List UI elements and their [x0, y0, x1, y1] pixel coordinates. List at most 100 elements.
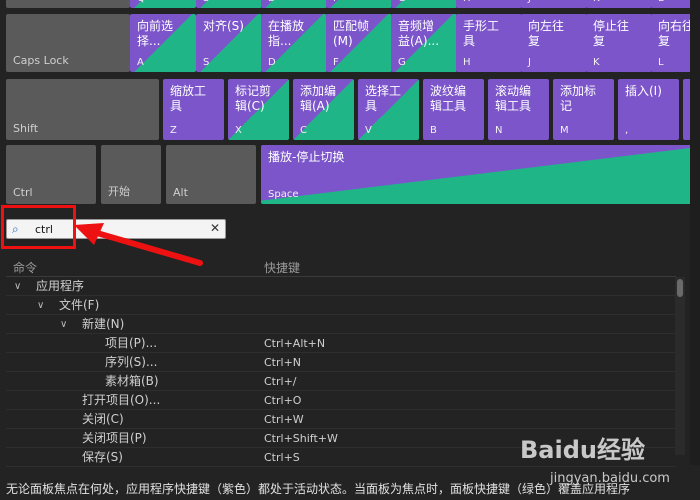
key-j[interactable]: 向左往 复J [521, 0, 587, 8]
key-f[interactable]: 匹配帧 (M)F [326, 0, 392, 8]
command-label: 新建(N) [82, 317, 125, 331]
table-row[interactable]: 序列(S)... Ctrl+N [6, 353, 676, 372]
key-k[interactable]: 停止往 复K [586, 0, 652, 8]
command-label: 关闭项目(P) [82, 431, 147, 445]
column-header-command[interactable]: 命令 [13, 259, 37, 276]
key-label: Ctrl [13, 186, 33, 199]
window-scrollbar[interactable] [690, 0, 700, 465]
key-label: Shift [13, 122, 39, 135]
key-shift[interactable]: Shift [6, 79, 159, 140]
table-row[interactable]: ∨ 新建(N) [6, 315, 676, 334]
column-header-shortcut[interactable]: 快捷键 [264, 259, 300, 276]
key-caps-lock[interactable]: Caps Lock [6, 14, 130, 72]
key-s[interactable]: 对齐(S) S [196, 14, 262, 72]
key-c[interactable]: 添加编 辑(A) C [293, 79, 354, 140]
key-comma[interactable]: 插入(I), [618, 79, 679, 140]
key-command-label: 播放-停止切换 [268, 150, 345, 164]
key-label: N [495, 125, 503, 136]
key-x[interactable]: 标记剪 辑(C) X [228, 79, 289, 140]
chevron-down-icon[interactable]: ∨ [60, 316, 67, 333]
watermark-brand: Baidu经验 [520, 436, 645, 464]
shortcut-label: Ctrl+N [264, 356, 302, 369]
key-d[interactable]: 在播放 指...D [261, 0, 327, 8]
key-command-label: 波纹编 辑工具 [430, 84, 467, 113]
key-label: L [658, 0, 664, 4]
command-label: 关闭(C) [82, 412, 124, 426]
key-label: , [625, 125, 629, 136]
key-label: V [365, 125, 372, 136]
key-n[interactable]: 滚动编 辑工具 N [488, 79, 549, 140]
key-b[interactable]: 波纹编 辑工具 B [423, 79, 484, 140]
key-d[interactable]: 在播放 指... D [261, 14, 327, 72]
shortcut-label: Ctrl+W [264, 413, 304, 426]
command-label: 保存(S) [82, 450, 123, 464]
key-label: H [463, 57, 471, 68]
key-h[interactable]: 手形工 具H [456, 0, 522, 8]
key-command-label: 音频增 益(A)... [398, 19, 440, 48]
key-command-label: 添加编 辑(A) [300, 84, 337, 113]
key-command-label: 选择工 具 [365, 84, 402, 113]
key-label: D [268, 57, 276, 68]
key-command-label: 手形工 具 [463, 19, 500, 48]
command-label: 文件(F) [59, 298, 100, 312]
key-command-label: 向前选 择... [137, 19, 174, 48]
shortcut-label: Ctrl+O [264, 394, 302, 407]
key-j[interactable]: 向左往 复J [521, 14, 587, 72]
annotation-arrow [74, 223, 203, 266]
key-label: Caps Lock [13, 54, 69, 67]
shortcut-label: Ctrl+Alt+N [264, 337, 326, 350]
key-label: 开始 [108, 185, 130, 198]
key-h[interactable]: 手形工 具 H [456, 14, 522, 72]
key-command-label: 停止往 复 [593, 19, 630, 48]
key-s[interactable]: 对齐(S)S [196, 0, 262, 8]
table-row[interactable]: ∨ 应用程序 [6, 277, 676, 296]
key-command-label: 插入(I) [625, 84, 662, 98]
table-row[interactable]: 素材箱(B) Ctrl+/ [6, 372, 676, 391]
key-z[interactable]: 缩放工 具 Z [163, 79, 224, 140]
key-label: S [203, 57, 210, 68]
key-开始[interactable]: 开始 [101, 145, 161, 204]
key-command-label: 在播放 指... [268, 19, 305, 48]
key-command-label: 添加标 记 [560, 84, 597, 113]
table-row[interactable]: ∨ 文件(F) [6, 296, 676, 315]
key-g[interactable]: 音频增 益(A)...G [391, 14, 457, 72]
key-label: M [560, 125, 569, 136]
key-label: C [300, 125, 307, 136]
key-command-label: 缩放工 具 [170, 84, 207, 113]
key-label: D [268, 0, 276, 4]
key-command-label: 滚动编 辑工具 [495, 84, 532, 113]
key-space[interactable]: 播放-停止切换 Space [261, 145, 700, 204]
key-a[interactable]: 向前选 择... A [130, 14, 196, 72]
table-row[interactable]: 关闭(C) Ctrl+W [6, 410, 676, 429]
table-scrollbar[interactable] [675, 277, 685, 455]
key-f[interactable]: 匹配帧 (M) F [326, 14, 392, 72]
key-label: F [333, 57, 339, 68]
key-label: H [463, 0, 471, 4]
key-m[interactable]: 添加标 记 M [553, 79, 614, 140]
command-label: 项目(P)... [105, 336, 158, 350]
key-label: A [137, 57, 144, 68]
key-command-label: 对齐(S) [203, 19, 244, 33]
command-label: 素材箱(B) [105, 374, 159, 388]
key-label: F [333, 0, 339, 4]
key-label: B [430, 125, 437, 136]
chevron-down-icon[interactable]: ∨ [37, 297, 44, 314]
key-tab[interactable]: Tab [6, 0, 130, 8]
key-k[interactable]: 停止往 复K [586, 14, 652, 72]
key-label: Z [170, 125, 177, 136]
key-command-label: 向左往 复 [528, 19, 565, 48]
key-label: J [528, 0, 531, 4]
table-row[interactable]: 打开项目(O)... Ctrl+O [6, 391, 676, 410]
key-q[interactable]: 向前选 择...Q [130, 0, 196, 8]
key-ctrl[interactable]: Ctrl [6, 145, 96, 204]
key-command-label: 标记剪 辑(C) [235, 84, 272, 113]
chevron-down-icon[interactable]: ∨ [14, 278, 21, 295]
key-command-label: 匹配帧 (M) [333, 19, 370, 48]
shortcut-label: Ctrl+Shift+W [264, 432, 338, 445]
table-row[interactable]: 项目(P)... Ctrl+Alt+N [6, 334, 676, 353]
shortcut-label: Ctrl+S [264, 451, 300, 464]
close-icon[interactable]: ✕ [210, 221, 220, 235]
key-g[interactable]: 音频增 益(A)...G [391, 0, 457, 8]
key-alt[interactable]: Alt [166, 145, 256, 204]
key-v[interactable]: 选择工 具 V [358, 79, 419, 140]
